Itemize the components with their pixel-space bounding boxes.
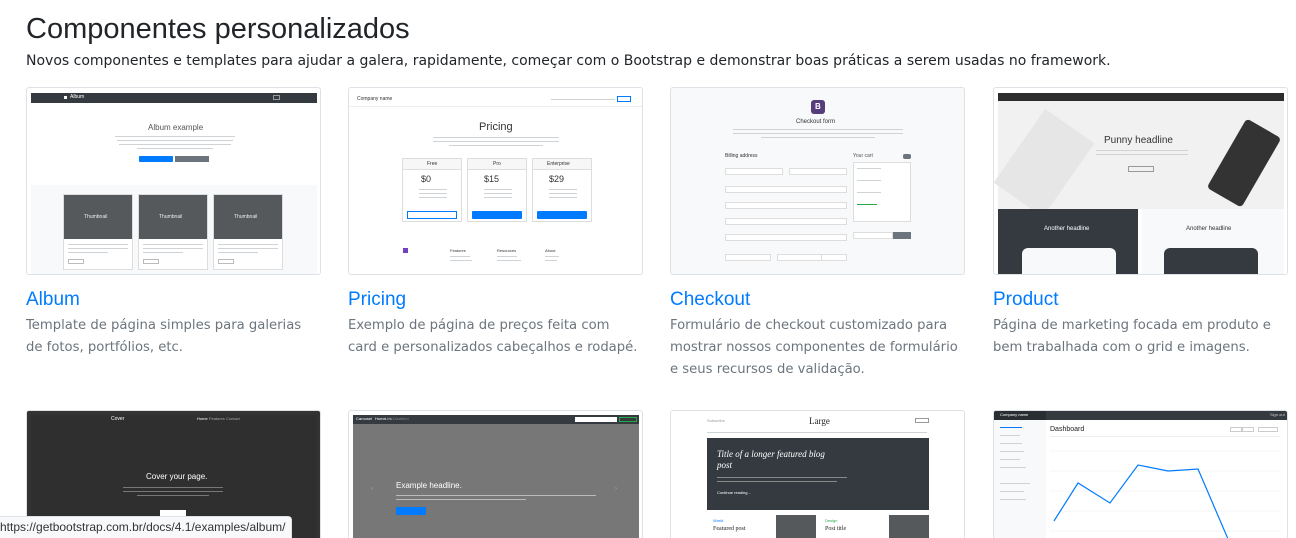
example-title-checkout[interactable]: Checkout: [670, 289, 965, 311]
example-card-pricing: Company name Pricing Free $0 Pro $15 Ent…: [348, 87, 643, 359]
blog-thumbnail[interactable]: Subscribe Large Title of a longer featur…: [670, 410, 965, 538]
album-thumbnail[interactable]: Album Album example Thumbnail Thumbnail …: [26, 87, 321, 275]
dashboard-chart: [1050, 450, 1280, 538]
section-title: Componentes personalizados: [26, 13, 410, 45]
checkout-thumbnail[interactable]: B Checkout form Billing address Your car…: [670, 87, 965, 275]
album-heading: Album example: [148, 123, 204, 132]
example-card-blog: Subscribe Large Title of a longer featur…: [670, 410, 965, 538]
example-title-product[interactable]: Product: [993, 289, 1288, 311]
example-desc-product: Página de marketing focada em produto e …: [993, 318, 1271, 355]
page: Componentes personalizados Novos compone…: [0, 0, 1296, 538]
example-title-pricing[interactable]: Pricing: [348, 289, 643, 311]
example-card-album: Album Album example Thumbnail Thumbnail …: [26, 87, 321, 359]
pricing-heading: Pricing: [479, 121, 513, 133]
example-card-carousel: Carousel Home Link Disabled ‹ › Example …: [348, 410, 643, 538]
example-card-product: Punny headline Another headline Another …: [993, 87, 1288, 359]
pricing-thumbnail[interactable]: Company name Pricing Free $0 Pro $15 Ent…: [348, 87, 643, 275]
example-card-checkout: B Checkout form Billing address Your car…: [670, 87, 965, 381]
example-desc-checkout: Formulário de checkout customizado para …: [670, 318, 958, 377]
status-bar-url: https://getbootstrap.com.br/docs/4.1/exa…: [0, 516, 293, 538]
example-desc-album: Template de página simples para galerias…: [26, 318, 302, 355]
section-lead: Novos componentes e templates para ajuda…: [26, 53, 1111, 69]
product-thumbnail[interactable]: Punny headline Another headline Another …: [993, 87, 1288, 275]
example-desc-pricing: Exemplo de página de preços feita com ca…: [348, 318, 638, 355]
example-card-dashboard: Company name Sign out Dashboard: [993, 410, 1288, 538]
carousel-thumbnail[interactable]: Carousel Home Link Disabled ‹ › Example …: [348, 410, 643, 538]
example-title-album[interactable]: Album: [26, 289, 321, 311]
dashboard-thumbnail[interactable]: Company name Sign out Dashboard: [993, 410, 1288, 538]
